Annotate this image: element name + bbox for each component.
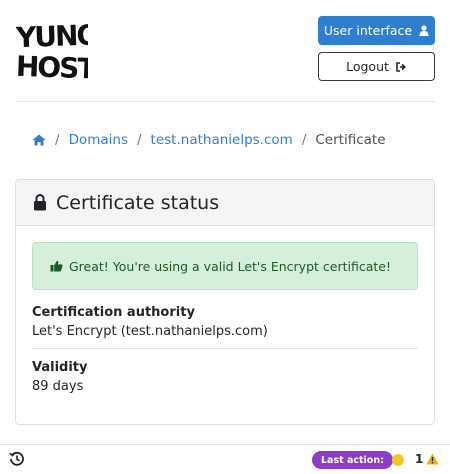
- card-header: Certificate status: [16, 180, 434, 226]
- breadcrumb-separator: /: [55, 132, 60, 148]
- status-indicator: [392, 454, 404, 466]
- breadcrumb-separator: /: [136, 132, 142, 148]
- field-label: Validity: [32, 360, 88, 375]
- logo-line-2: HOST: [16, 50, 88, 81]
- field-value: 89 days: [32, 379, 84, 394]
- logout-button[interactable]: Logout: [318, 52, 435, 81]
- field-value: Let's Encrypt (test.nathanielps.com): [32, 324, 268, 339]
- user-icon: [419, 25, 429, 36]
- logo-line-1: YUNO: [16, 18, 88, 54]
- field-divider: [32, 348, 418, 349]
- breadcrumb-current-page: Certificate: [315, 132, 386, 148]
- validity-field: Validity 89 days: [32, 360, 418, 394]
- thumbs-up-icon: [50, 260, 63, 272]
- success-alert: Great! You're using a valid Let's Encryp…: [32, 242, 418, 290]
- breadcrumb-separator: /: [301, 132, 307, 148]
- user-interface-button[interactable]: User interface: [318, 16, 435, 45]
- alert-text: Great! You're using a valid Let's Encryp…: [69, 258, 391, 274]
- yunohost-logo[interactable]: YUNO HOST: [16, 17, 88, 81]
- header: YUNO HOST User interface Logout: [15, 0, 435, 102]
- certificate-status-card: Certificate status Great! You're using a…: [15, 179, 435, 425]
- breadcrumb-domains[interactable]: Domains: [69, 132, 128, 148]
- card-body: Great! You're using a valid Let's Encryp…: [16, 226, 434, 410]
- certification-authority-field: Certification authority Let's Encrypt (t…: [32, 305, 418, 339]
- lock-icon: [34, 194, 46, 211]
- field-label: Certification authority: [32, 305, 195, 320]
- warning-count[interactable]: 1: [415, 452, 423, 466]
- history-icon[interactable]: [9, 451, 25, 467]
- last-action-badge[interactable]: Last action:: [312, 451, 393, 469]
- user-interface-label: User interface: [323, 23, 413, 38]
- sign-out-icon: [396, 61, 406, 72]
- breadcrumb-domain-name[interactable]: test.nathanielps.com: [151, 132, 293, 148]
- logout-label: Logout: [346, 59, 389, 74]
- footer-bar: Last action: 1: [0, 444, 450, 474]
- warning-icon[interactable]: [426, 453, 439, 465]
- breadcrumb: / Domains / test.nathanielps.com / Certi…: [32, 130, 386, 150]
- home-icon[interactable]: [32, 134, 46, 146]
- card-title: Certificate status: [56, 191, 220, 214]
